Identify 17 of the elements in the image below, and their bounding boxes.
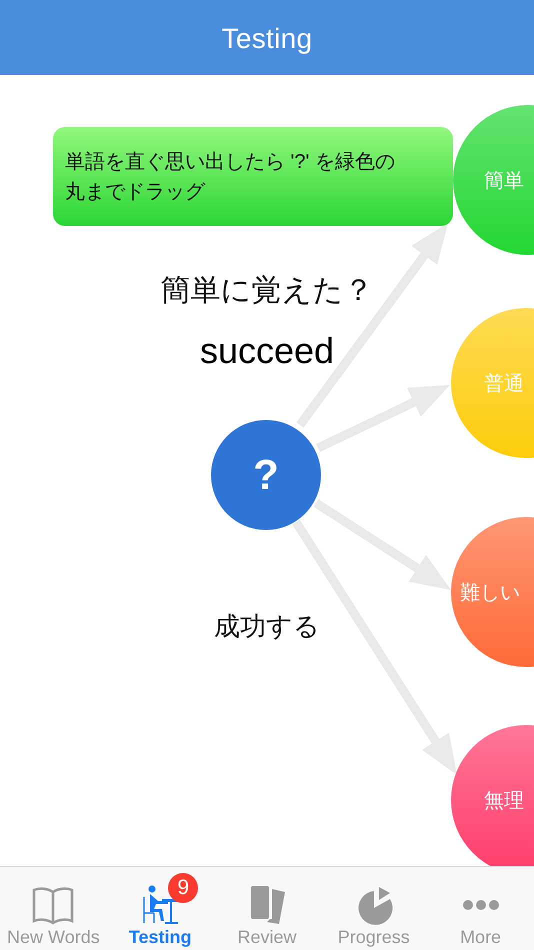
tab[interactable]: 9 Testing bbox=[107, 867, 214, 950]
meaning-text: 成功する bbox=[214, 611, 320, 644]
answer-circle[interactable]: 簡単 bbox=[453, 105, 534, 255]
more-icon bbox=[462, 900, 499, 910]
answer-circle[interactable]: 無理 bbox=[451, 725, 534, 866]
tab[interactable]: New Words bbox=[0, 867, 106, 950]
tab[interactable]: More bbox=[428, 867, 534, 950]
hint-text: 単語を直ぐ思い出したら '?' を緑色の丸までドラッグ bbox=[65, 151, 395, 203]
screen-title: Testing bbox=[222, 22, 312, 54]
word-text: succeed bbox=[200, 330, 334, 372]
tab[interactable]: Review bbox=[214, 867, 320, 950]
answer-circle[interactable]: 難しい bbox=[451, 517, 534, 667]
tab[interactable]: Progress bbox=[320, 867, 427, 950]
drag-handle[interactable]: ? bbox=[211, 420, 321, 530]
answer-circle[interactable]: 普通 bbox=[451, 308, 534, 458]
badge: 9 bbox=[168, 873, 198, 903]
prompt-text: 簡単に覚えた？ bbox=[160, 272, 374, 310]
